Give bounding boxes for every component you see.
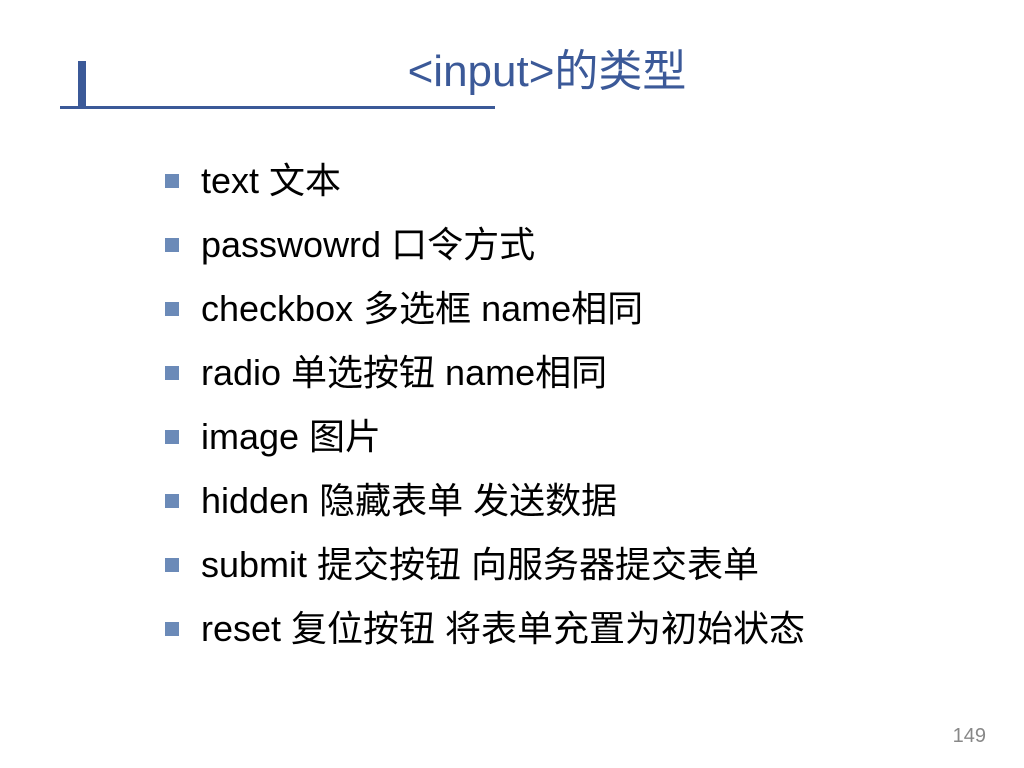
list-item: submit 提交按钮 向服务器提交表单 (165, 538, 964, 592)
title-underline (60, 106, 495, 109)
list-item: text 文本 (165, 154, 964, 208)
item-text: image 图片 (201, 410, 381, 464)
bullet-icon (165, 238, 179, 252)
list-item: passwowrd 口令方式 (165, 218, 964, 272)
item-text: submit 提交按钮 向服务器提交表单 (201, 538, 759, 592)
bullet-icon (165, 622, 179, 636)
bullet-icon (165, 302, 179, 316)
title-accent-bar (78, 61, 86, 109)
item-text: text 文本 (201, 154, 341, 208)
page-number: 149 (953, 725, 986, 748)
bullet-icon (165, 558, 179, 572)
slide-title: <input>的类型 (130, 35, 964, 99)
list-item: reset 复位按钮 将表单充置为初始状态 (165, 602, 964, 656)
item-text: reset 复位按钮 将表单充置为初始状态 (201, 602, 805, 656)
bullet-icon (165, 366, 179, 380)
list-item: radio 单选按钮 name相同 (165, 346, 964, 400)
slide: <input>的类型 text 文本 passwowrd 口令方式 checkb… (0, 0, 1024, 768)
bullet-icon (165, 494, 179, 508)
item-text: passwowrd 口令方式 (201, 218, 535, 272)
list-item: checkbox 多选框 name相同 (165, 282, 964, 336)
bullet-list: text 文本 passwowrd 口令方式 checkbox 多选框 name… (165, 154, 964, 656)
bullet-icon (165, 174, 179, 188)
bullet-icon (165, 430, 179, 444)
item-text: hidden 隐藏表单 发送数据 (201, 474, 617, 528)
title-section: <input>的类型 (60, 35, 964, 99)
list-item: image 图片 (165, 410, 964, 464)
list-item: hidden 隐藏表单 发送数据 (165, 474, 964, 528)
content-area: text 文本 passwowrd 口令方式 checkbox 多选框 name… (60, 154, 964, 656)
item-text: radio 单选按钮 name相同 (201, 346, 607, 400)
item-text: checkbox 多选框 name相同 (201, 282, 643, 336)
